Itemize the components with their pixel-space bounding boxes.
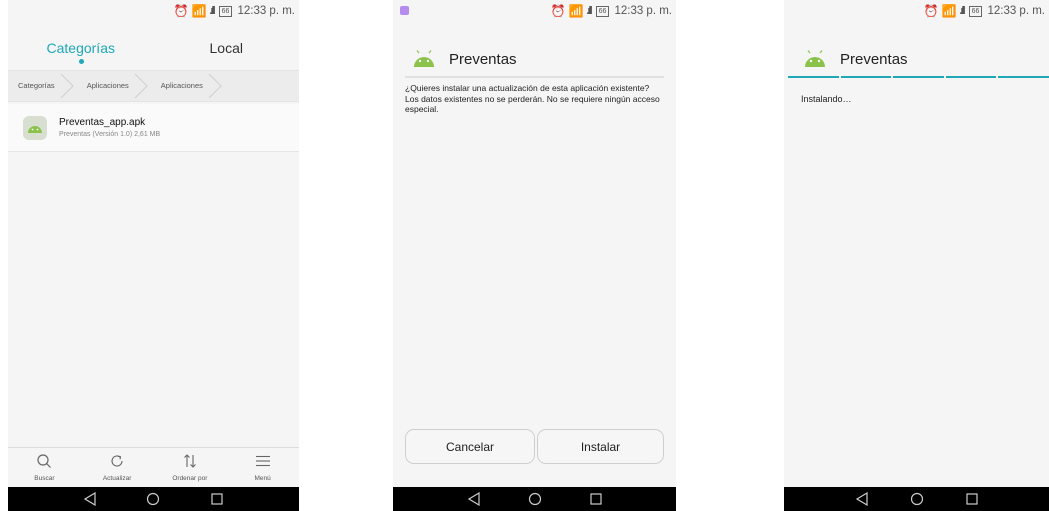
home-icon[interactable] <box>528 492 542 506</box>
battery-icon: 66 <box>218 5 233 17</box>
breadcrumb-label: Aplicaciones <box>86 81 129 90</box>
menu-button-label: Menú <box>254 475 271 482</box>
breadcrumb-label: Categorías <box>18 81 55 90</box>
wifi-icon: 📶 <box>941 4 957 18</box>
install-prompt-screen: ⏰ 📶 .ıll 66 12:33 p. m. Preventas ¿Quier… <box>393 0 676 511</box>
installing-screen: ⏰ 📶 .ıll 66 12:33 p. m. Preventas Instal… <box>784 0 1049 511</box>
battery-icon: 66 <box>968 5 983 17</box>
app-header: Preventas <box>393 44 676 74</box>
tab-label: Local <box>209 40 243 56</box>
divider <box>405 76 664 78</box>
breadcrumb-label: Aplicaciones <box>160 81 203 90</box>
chevron-right-icon <box>208 74 222 98</box>
signal-icon: .ıll <box>209 5 215 17</box>
wifi-icon: 📶 <box>191 4 207 18</box>
list-item[interactable]: Preventas_app.apk Preventas (Versión 1.0… <box>8 104 299 152</box>
file-name: Preventas_app.apk <box>59 117 146 128</box>
status-bar: ⏰ 📶 .ıll 66 12:33 p. m. <box>8 0 299 22</box>
battery-icon: 66 <box>595 5 610 17</box>
sort-button[interactable]: Ordenar por <box>154 448 227 487</box>
alarm-icon: ⏰ <box>923 4 939 18</box>
system-nav-bar <box>784 487 1049 511</box>
menu-button[interactable]: Menú <box>226 448 299 487</box>
refresh-button[interactable]: Actualizar <box>81 448 154 487</box>
status-bar: ⏰ 📶 .ıll 66 12:33 p. m. <box>784 0 1049 22</box>
progress-indicator <box>788 76 1049 78</box>
page-title: Preventas <box>449 50 517 68</box>
active-tab-indicator <box>78 59 84 64</box>
bottom-toolbar: Buscar Actualizar Ordenar por Menú <box>8 447 299 487</box>
status-time: 12:33 p. m. <box>987 5 1045 17</box>
system-nav-bar <box>393 487 676 511</box>
search-button-label: Buscar <box>34 475 55 482</box>
status-time: 12:33 p. m. <box>614 5 672 17</box>
wifi-icon: 📶 <box>568 4 584 18</box>
signal-icon: .ıll <box>959 5 965 17</box>
install-message: ¿Quieres instalar una actualización de e… <box>405 83 660 114</box>
home-icon[interactable] <box>146 492 160 506</box>
back-icon[interactable] <box>855 492 869 506</box>
system-nav-bar <box>8 487 299 511</box>
sort-icon <box>183 454 196 468</box>
chevron-right-icon <box>60 74 74 98</box>
search-button[interactable]: Buscar <box>8 448 81 487</box>
tab-local[interactable]: Local <box>154 34 300 68</box>
status-bar: ⏰ 📶 .ıll 66 12:33 p. m. <box>393 0 676 22</box>
alarm-icon: ⏰ <box>173 4 189 18</box>
apk-file-icon <box>23 115 47 140</box>
tab-bar: Categorías Local <box>8 34 299 68</box>
search-icon <box>37 454 52 468</box>
tab-categorias[interactable]: Categorías <box>8 34 154 68</box>
install-button[interactable]: Instalar <box>537 429 664 464</box>
recents-icon[interactable] <box>965 492 979 506</box>
tab-label: Categorías <box>46 40 115 56</box>
refresh-icon <box>111 455 123 467</box>
breadcrumb: Categorías Aplicaciones Aplicaciones <box>8 70 299 102</box>
breadcrumb-item[interactable]: Aplicaciones <box>77 70 151 102</box>
cancel-button[interactable]: Cancelar <box>405 429 535 464</box>
recents-icon[interactable] <box>589 492 603 506</box>
android-icon <box>414 50 434 67</box>
signal-icon: .ıll <box>586 5 592 17</box>
chevron-right-icon <box>134 74 148 98</box>
back-icon[interactable] <box>83 492 97 506</box>
status-time: 12:33 p. m. <box>237 5 295 17</box>
installing-message: Instalando… <box>801 94 852 104</box>
breadcrumb-item[interactable]: Aplicaciones <box>151 70 225 102</box>
page-title: Preventas <box>840 50 908 68</box>
file-manager-screen: ⏰ 📶 .ıll 66 12:33 p. m. Categorías Local… <box>8 0 299 511</box>
back-icon[interactable] <box>467 492 481 506</box>
recents-icon[interactable] <box>210 492 224 506</box>
home-icon[interactable] <box>910 492 924 506</box>
breadcrumb-item[interactable]: Categorías <box>8 70 77 102</box>
file-meta: Preventas (Versión 1.0) 2,61 MB <box>59 131 161 138</box>
sort-button-label: Ordenar por <box>172 475 208 482</box>
menu-icon <box>255 455 270 467</box>
refresh-button-label: Actualizar <box>102 475 132 482</box>
android-icon <box>805 50 825 67</box>
alarm-icon: ⏰ <box>550 4 566 18</box>
app-header: Preventas <box>784 44 1049 74</box>
android-icon <box>28 125 42 133</box>
